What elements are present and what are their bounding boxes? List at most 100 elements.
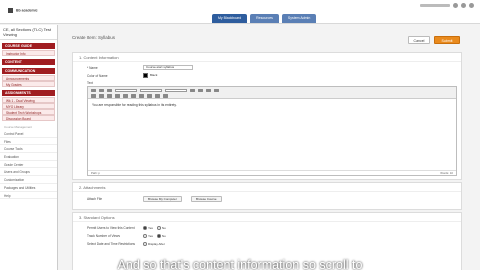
mgmt-customization[interactable]: Customization <box>0 176 57 184</box>
menu-heading-course-guide[interactable]: COURSE GUIDE <box>2 43 55 49</box>
align-right-icon[interactable] <box>147 94 152 98</box>
main-content: Create Item: Syllabus Cancel Submit 1. C… <box>72 30 470 270</box>
mgmt-control-panel[interactable]: Control Panel <box>0 130 57 138</box>
logo-text: Bb academic <box>15 8 38 13</box>
radio-unselected-icon <box>143 234 147 239</box>
video-caption: And so that's content information so scr… <box>117 258 363 270</box>
font-select[interactable] <box>140 88 162 92</box>
permit-view-no-label: No <box>161 226 166 230</box>
logo: Bb academic <box>8 8 38 13</box>
help-icon[interactable] <box>461 3 466 8</box>
course-title[interactable]: CE, all Sections (TLC) Test Viewing <box>0 25 57 40</box>
submit-button[interactable]: Submit <box>434 36 460 44</box>
mgmt-packages-utilities[interactable]: Packages and Utilities <box>0 184 57 192</box>
permit-view-yes-label: Yes <box>148 226 153 230</box>
color-picker[interactable] <box>143 73 148 78</box>
copy-icon[interactable] <box>99 94 104 98</box>
paragraph-select[interactable] <box>115 88 137 92</box>
radio-selected-icon <box>143 226 147 231</box>
mgmt-help[interactable]: Help <box>0 192 57 200</box>
screen: Bb academic My Blackboard Resources Syst… <box>0 0 480 270</box>
image-icon[interactable] <box>163 94 168 98</box>
editor-toolbar-row-2 <box>91 94 168 98</box>
underline-icon[interactable] <box>107 88 112 92</box>
main-tabs: My Blackboard Resources System Admin <box>212 14 317 23</box>
mgmt-course-tools[interactable]: Course Tools <box>0 145 57 154</box>
logout-icon[interactable] <box>469 3 474 8</box>
name-input[interactable]: Course-start syllabus <box>143 65 193 70</box>
tab-my-blackboard[interactable]: My Blackboard <box>212 14 248 23</box>
cancel-button[interactable]: Cancel <box>408 36 430 44</box>
align-center-icon[interactable] <box>139 94 144 98</box>
permit-view-yes[interactable]: Yes <box>143 226 153 231</box>
standard-options-heading: 3. Standard Options <box>73 213 461 222</box>
editor-path: Path: p <box>91 171 100 175</box>
course-management-label: Course Management <box>4 125 33 129</box>
track-views-options: Yes No <box>143 234 166 239</box>
editor-status-bar: Path: p Words: 10 <box>88 170 456 175</box>
list-icon[interactable] <box>190 88 195 92</box>
mgmt-evaluation[interactable]: Evaluation <box>0 153 57 161</box>
browse-course-button[interactable]: Browse Course <box>191 196 222 202</box>
track-views-label: Track Number of Views <box>87 234 120 238</box>
mgmt-users-groups[interactable]: Users and Groups <box>0 168 57 177</box>
permit-view-options: Yes No <box>143 226 166 231</box>
date-restriction-options: Display After <box>143 242 165 247</box>
browse-my-computer-button[interactable]: Browse My Computer <box>143 196 182 202</box>
track-views-no-label: No <box>161 234 166 238</box>
tab-resources[interactable]: Resources <box>250 14 279 23</box>
page-title: Create Item: Syllabus <box>72 35 116 40</box>
color-of-name-label: Color of Name <box>87 74 108 78</box>
radio-unselected-icon <box>156 226 161 231</box>
align-left-icon[interactable] <box>131 94 136 98</box>
notification-icon[interactable] <box>453 3 458 8</box>
menu-item-my-grades[interactable]: My Grades <box>2 81 55 87</box>
highlight-icon[interactable] <box>214 88 219 92</box>
cut-icon[interactable] <box>91 94 96 98</box>
track-views-no[interactable]: No <box>156 234 166 239</box>
top-bar: Bb academic My Blackboard Resources Syst… <box>0 0 480 24</box>
text-label: Text <box>87 81 93 85</box>
attach-file-label: Attach File <box>87 197 103 201</box>
content-information-heading: 1. Content Information <box>73 53 461 62</box>
mgmt-files[interactable]: Files <box>0 138 57 146</box>
link-icon[interactable] <box>155 94 160 98</box>
editor-toolbar <box>88 87 456 99</box>
mgmt-grade-center[interactable]: Grade Center <box>0 161 57 169</box>
menu-heading-content[interactable]: CONTENT <box>2 59 55 65</box>
checkbox-icon <box>143 242 147 247</box>
user-name[interactable] <box>420 4 450 7</box>
editor-body-text[interactable]: You are responsible for reading this syl… <box>88 99 456 111</box>
paste-icon[interactable] <box>107 94 112 98</box>
permit-view-label: Permit Users to View this Content <box>87 226 135 230</box>
redo-icon[interactable] <box>123 94 128 98</box>
content-information-panel: 1. Content Information * Name Course-sta… <box>72 52 462 180</box>
text-color-icon[interactable] <box>206 88 211 92</box>
track-views-yes[interactable]: Yes <box>143 234 153 239</box>
menu-heading-assignments[interactable]: ASSIGNMENTS <box>2 90 55 96</box>
undo-icon[interactable] <box>115 94 120 98</box>
user-area <box>420 3 474 8</box>
text-editor[interactable]: You are responsible for reading this syl… <box>87 86 457 176</box>
date-restrictions-label: Select Date and Time Restrictions <box>87 242 136 246</box>
track-views-yes-label: Yes <box>148 234 153 238</box>
attachments-heading: 2. Attachments <box>73 183 461 192</box>
editor-toolbar-row-1 <box>91 88 219 92</box>
permit-view-no[interactable]: No <box>156 226 166 231</box>
attachments-panel: 2. Attachments Attach File Browse My Com… <box>72 182 462 210</box>
tab-system-admin[interactable]: System Admin <box>281 14 317 23</box>
course-menu: CE, all Sections (TLC) Test Viewing COUR… <box>0 25 58 270</box>
bold-icon[interactable] <box>91 88 96 92</box>
italic-icon[interactable] <box>99 88 104 92</box>
menu-heading-communication[interactable]: COMMUNICATION <box>2 68 55 74</box>
editor-word-count: Words: 10 <box>440 171 453 175</box>
display-after-checkbox[interactable]: Display After <box>143 242 165 247</box>
size-select[interactable] <box>165 88 187 92</box>
logo-icon <box>8 8 13 13</box>
name-label: * Name <box>87 66 98 70</box>
color-value: Black <box>150 73 158 77</box>
menu-item-instructor-info[interactable]: Instructor Info <box>2 50 55 56</box>
radio-selected-icon <box>156 234 161 239</box>
numbered-list-icon[interactable] <box>198 88 203 92</box>
display-after-label: Display After <box>148 242 165 246</box>
